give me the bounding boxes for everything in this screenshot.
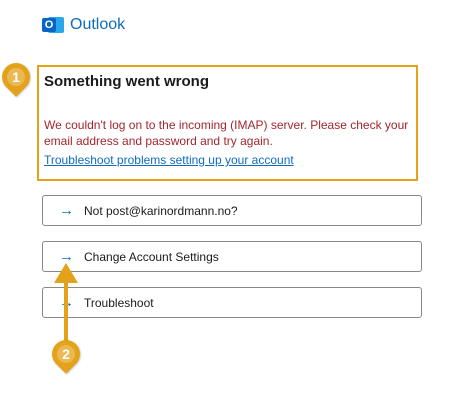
change-account-settings-label: Change Account Settings [84,249,219,264]
callout-arrowhead-icon [54,263,78,283]
outlook-logo-letter: O [42,18,56,32]
troubleshoot-setup-link[interactable]: Troubleshoot problems setting up your ac… [44,153,294,167]
arrow-right-icon: → [59,248,74,265]
callout-pointer-line [64,281,68,341]
callout-marker-1: 1 [2,63,30,91]
troubleshoot-label: Troubleshoot [84,295,154,310]
callout-marker-2: 2 [52,340,80,368]
change-account-settings-button[interactable]: → Change Account Settings [42,241,422,272]
not-this-account-button[interactable]: → Not post@karinordmann.no? [42,195,422,226]
error-title: Something went wrong [44,73,209,90]
error-panel: Something went wrong We couldn't log on … [37,65,418,181]
app-title: Outlook [70,16,126,33]
not-this-account-label: Not post@karinordmann.no? [84,203,238,218]
arrow-right-icon: → [59,202,74,219]
outlook-logo-icon: O [42,15,64,35]
app-header: O Outlook [42,15,125,35]
error-message: We couldn't log on to the incoming (IMAP… [44,118,409,148]
troubleshoot-button[interactable]: → Troubleshoot [42,287,422,318]
